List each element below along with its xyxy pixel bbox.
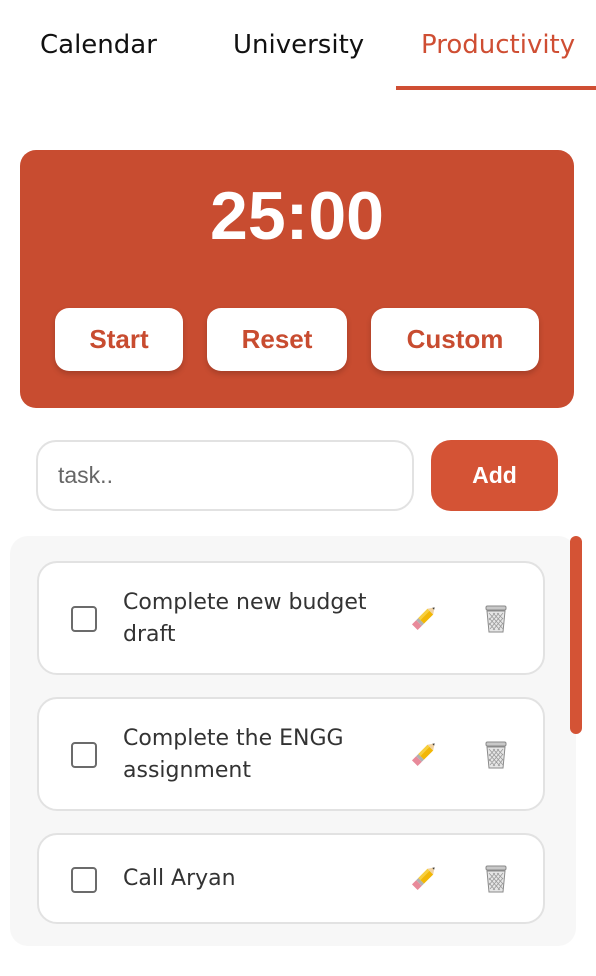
timer-display: 25:00 (210, 178, 384, 254)
custom-button[interactable]: Custom (371, 308, 539, 371)
task-item: Complete new budget draft (37, 561, 545, 675)
task-list-scrollbar[interactable] (570, 536, 582, 734)
tab-bar: Calendar University Productivity (0, 0, 596, 90)
task-input[interactable] (36, 440, 414, 511)
start-button[interactable]: Start (55, 308, 183, 371)
app-screen: Calendar University Productivity 25:00 S… (0, 0, 596, 976)
task-checkbox[interactable] (71, 606, 97, 632)
task-checkbox[interactable] (71, 867, 97, 893)
pomodoro-timer-card: 25:00 Start Reset Custom (20, 150, 574, 408)
trash-icon[interactable] (479, 601, 513, 635)
pencil-icon[interactable] (407, 737, 441, 771)
pencil-icon[interactable] (407, 861, 441, 895)
add-task-button[interactable]: Add (431, 440, 558, 511)
pencil-icon[interactable] (407, 601, 441, 635)
active-tab-indicator (396, 86, 596, 90)
task-text: Complete new budget draft (123, 590, 367, 647)
task-item: Complete the ENGG assignment (37, 697, 545, 811)
task-text: Call Aryan (123, 866, 236, 891)
trash-icon[interactable] (479, 737, 513, 771)
task-text: Complete the ENGG assignment (123, 726, 344, 783)
task-checkbox[interactable] (71, 742, 97, 768)
tab-calendar[interactable]: Calendar (40, 30, 157, 60)
trash-icon[interactable] (479, 861, 513, 895)
reset-button[interactable]: Reset (207, 308, 347, 371)
task-list[interactable]: Complete new budget draft Complete the E… (10, 536, 576, 946)
task-item: Call Aryan (37, 833, 545, 924)
tab-productivity[interactable]: Productivity (421, 30, 575, 60)
tab-university[interactable]: University (233, 30, 364, 60)
